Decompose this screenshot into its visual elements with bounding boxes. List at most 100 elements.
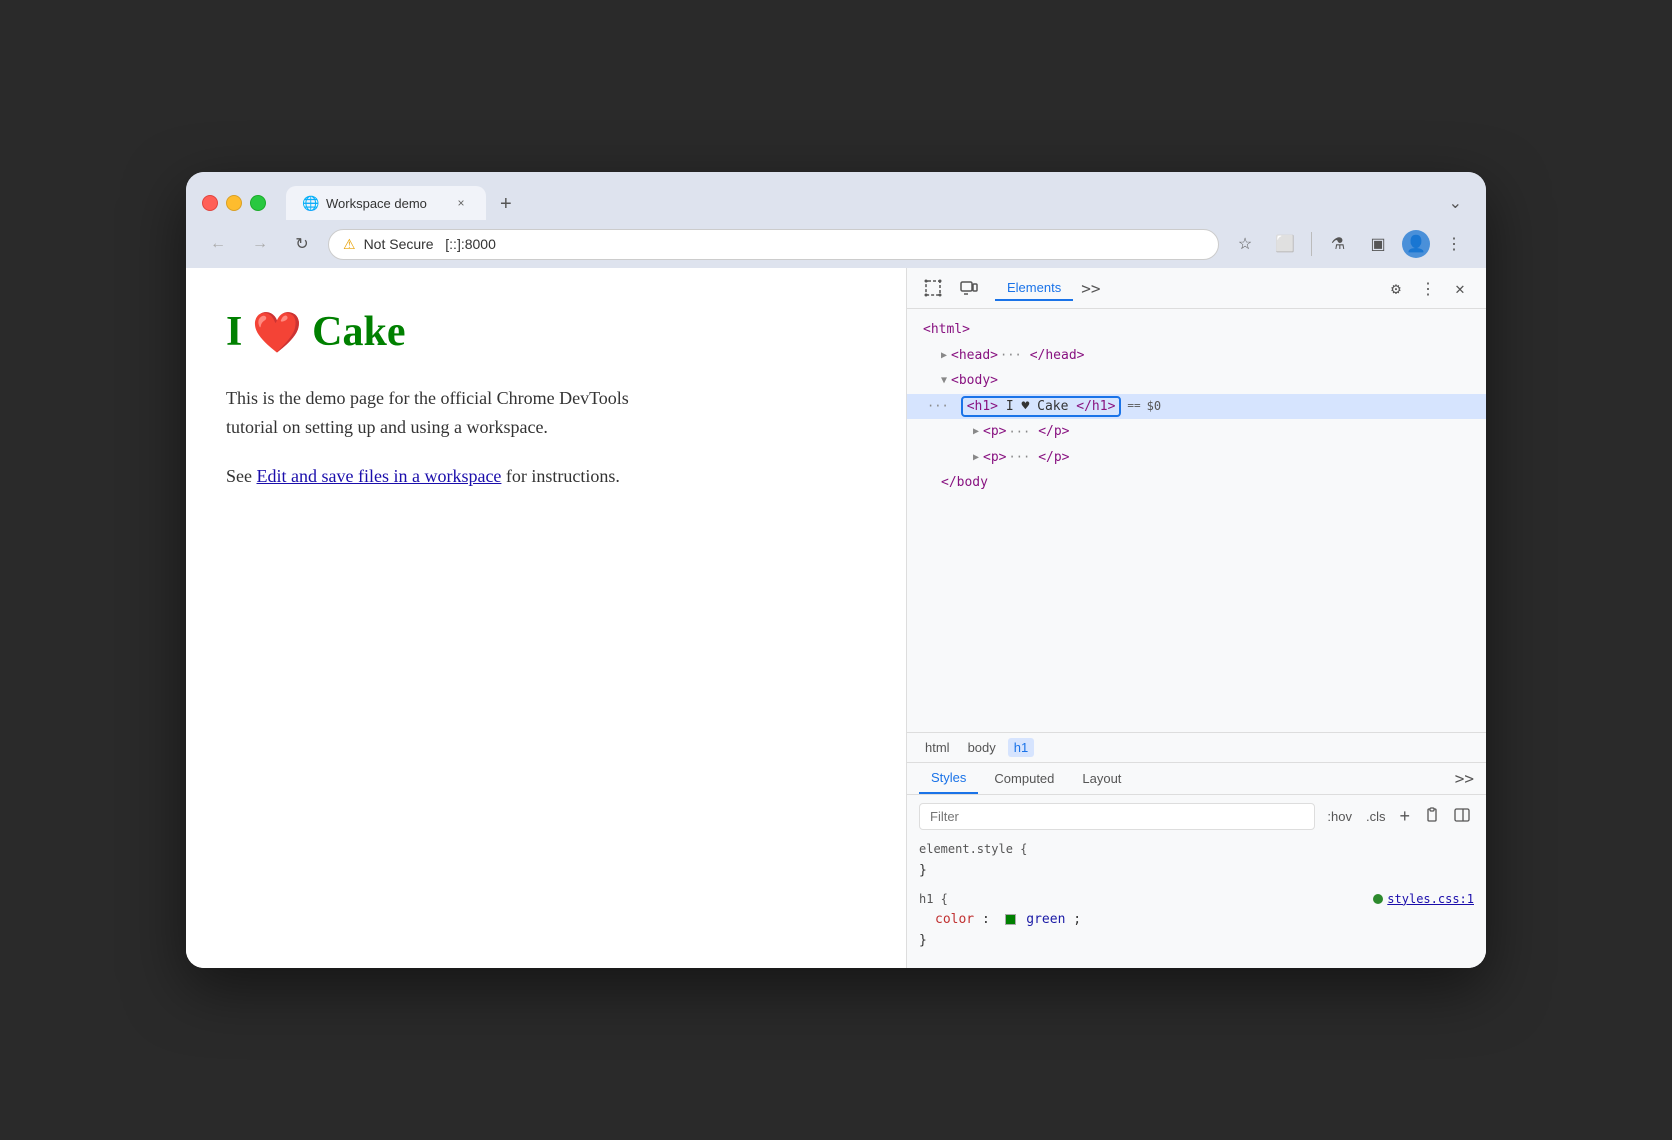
breadcrumb-html[interactable]: html xyxy=(919,738,956,757)
new-tab-button[interactable]: + xyxy=(490,189,522,220)
p2-arrow-icon[interactable]: ▶ xyxy=(973,450,979,465)
cursor-tool-icon xyxy=(924,279,942,297)
h1-style-rule: h1 { styles.css:1 color : green ; xyxy=(919,890,1474,952)
nav-separator xyxy=(1311,232,1312,256)
dom-line-body-open[interactable]: ▼ <body> xyxy=(907,368,1486,394)
p1-dots[interactable]: ··· xyxy=(1009,423,1031,441)
dom-line-html[interactable]: <html> xyxy=(907,317,1486,343)
page-p2-post: for instructions. xyxy=(506,466,620,486)
styles-origin-dot xyxy=(1373,894,1383,904)
security-warning-icon: ⚠ xyxy=(343,236,356,253)
devtools-toolbar-actions: ⚙ ⋮ ✕ xyxy=(1382,274,1474,302)
sidebar-icon xyxy=(1454,807,1470,823)
cursor-tool-button[interactable] xyxy=(919,274,947,302)
clipboard-icon xyxy=(1424,807,1440,823)
breadcrumb-body[interactable]: body xyxy=(962,738,1002,757)
close-button[interactable] xyxy=(202,195,218,211)
devtools-more-button[interactable]: ⋮ xyxy=(1414,274,1442,302)
title-bar: 🌐 Workspace demo × + ⌄ xyxy=(186,172,1486,220)
heading-i: I xyxy=(226,308,242,356)
tab-close-icon[interactable]: × xyxy=(452,194,470,212)
element-style-selector: element.style { xyxy=(919,840,1474,861)
h1-dots[interactable]: ··· xyxy=(927,397,949,415)
p1-tag-open: <p> xyxy=(983,422,1006,442)
h1-content: I ♥ Cake xyxy=(1006,399,1069,414)
h1-rule-header: h1 { styles.css:1 xyxy=(919,890,1474,911)
tab-computed[interactable]: Computed xyxy=(982,764,1066,793)
element-style-rule: element.style { } xyxy=(919,840,1474,882)
edit-style-button[interactable] xyxy=(1420,805,1444,828)
head-arrow-icon[interactable]: ▶ xyxy=(941,348,947,363)
h1-element-box: <h1> I ♥ Cake </h1> xyxy=(961,396,1122,417)
dom-line-h1[interactable]: ··· <h1> I ♥ Cake </h1> == $0 xyxy=(907,394,1486,420)
address-bar[interactable]: ⚠ Not Secure [::]:8000 xyxy=(328,229,1219,260)
bookmark-button[interactable]: ☆ xyxy=(1229,228,1261,260)
tab-elements[interactable]: Elements xyxy=(995,276,1073,301)
dom-line-body-partial[interactable]: </body xyxy=(907,470,1486,496)
styles-origin-text: styles.css:1 xyxy=(1387,890,1474,909)
element-style-close: } xyxy=(919,861,1474,882)
hov-button[interactable]: :hov xyxy=(1323,807,1356,826)
maximize-button[interactable] xyxy=(250,195,266,211)
styles-origin-link[interactable]: styles.css:1 xyxy=(1373,890,1474,909)
more-styles-tabs-button[interactable]: >> xyxy=(1455,769,1474,788)
device-tool-button[interactable] xyxy=(955,274,983,302)
split-button[interactable]: ▣ xyxy=(1362,228,1394,260)
back-button[interactable]: ← xyxy=(202,228,234,260)
dom-line-head[interactable]: ▶ <head> ··· </head> xyxy=(907,343,1486,369)
page-body: This is the demo page for the official C… xyxy=(226,384,646,490)
chrome-menu-button[interactable]: ⋮ xyxy=(1438,228,1470,260)
browser-window: 🌐 Workspace demo × + ⌄ ← → ↻ ⚠ Not Secur… xyxy=(186,172,1486,968)
p1-arrow-icon[interactable]: ▶ xyxy=(973,424,979,439)
body-arrow-icon[interactable]: ▼ xyxy=(941,373,947,388)
forward-button[interactable]: → xyxy=(244,228,276,260)
p2-tag-open: <p> xyxy=(983,448,1006,468)
tab-dropdown-icon[interactable]: ⌄ xyxy=(1449,193,1462,213)
page-heading: I ❤️ Cake xyxy=(226,308,866,356)
breadcrumb-bar: html body h1 xyxy=(907,732,1486,763)
head-tag-open: <head> xyxy=(951,346,998,366)
styles-tabs: Styles Computed Layout >> xyxy=(907,763,1486,795)
heading-heart: ❤️ xyxy=(252,309,302,356)
p2-dots[interactable]: ··· xyxy=(1009,448,1031,466)
heading-cake: Cake xyxy=(312,308,405,356)
tab-favicon-icon: 🌐 xyxy=(302,195,318,211)
minimize-button[interactable] xyxy=(226,195,242,211)
workspace-link[interactable]: Edit and save files in a workspace xyxy=(257,466,502,486)
sidebar-style-button[interactable] xyxy=(1450,805,1474,828)
not-secure-label: Not Secure [::]:8000 xyxy=(364,236,1204,252)
profile-icon: 👤 xyxy=(1406,234,1426,254)
h1-tag-open: <h1> xyxy=(967,399,998,414)
dom-equals-sign: == xyxy=(1127,398,1140,415)
tab-title: Workspace demo xyxy=(326,196,444,211)
tab-styles[interactable]: Styles xyxy=(919,763,978,794)
labs-button[interactable]: ⚗ xyxy=(1322,228,1354,260)
h1-color-prop: color : green ; xyxy=(919,910,1474,931)
dom-line-p2[interactable]: ▶ <p> ··· </p> xyxy=(907,445,1486,471)
color-swatch[interactable] xyxy=(1005,914,1016,925)
devtools-close-button[interactable]: ✕ xyxy=(1446,274,1474,302)
device-tool-icon xyxy=(960,279,978,297)
head-dots[interactable]: ··· xyxy=(1000,346,1022,364)
nav-actions: ☆ ⬜ ⚗ ▣ 👤 ⋮ xyxy=(1229,228,1470,260)
page-p2-pre: See xyxy=(226,466,257,486)
dom-tree: <html> ▶ <head> ··· </head> ▼ <body> ··· xyxy=(907,309,1486,732)
styles-filter-input[interactable] xyxy=(919,803,1315,830)
h1-rule-close: } xyxy=(919,931,1474,952)
breadcrumb-h1[interactable]: h1 xyxy=(1008,738,1034,757)
dom-line-p1[interactable]: ▶ <p> ··· </p> xyxy=(907,419,1486,445)
reload-button[interactable]: ↻ xyxy=(286,228,318,260)
devtools-tabs: Elements >> xyxy=(995,275,1374,302)
extensions-button[interactable]: ⬜ xyxy=(1269,228,1301,260)
profile-avatar[interactable]: 👤 xyxy=(1402,230,1430,258)
styles-content: :hov .cls + xyxy=(907,795,1486,968)
add-style-button[interactable]: + xyxy=(1395,804,1414,829)
dom-dollar-zero: $0 xyxy=(1147,397,1161,415)
body-partial-tag: </body xyxy=(941,473,988,493)
devtools-settings-button[interactable]: ⚙ xyxy=(1382,274,1410,302)
p2-tag-close: </p> xyxy=(1038,448,1069,468)
active-tab[interactable]: 🌐 Workspace demo × xyxy=(286,186,486,220)
cls-button[interactable]: .cls xyxy=(1362,807,1390,826)
more-tabs-button[interactable]: >> xyxy=(1077,275,1104,302)
tab-layout[interactable]: Layout xyxy=(1070,764,1133,793)
